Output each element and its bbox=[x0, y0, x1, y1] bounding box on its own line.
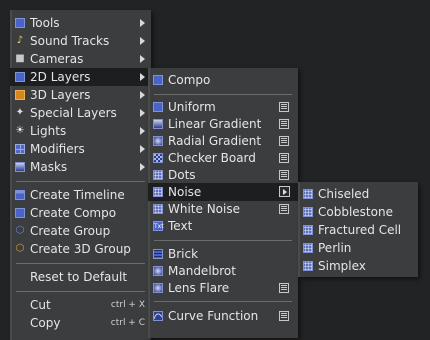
submenu-noise: Chiseled Cobblestone Fractured Cell Perl… bbox=[298, 182, 418, 277]
menu-item-brick[interactable]: Brick bbox=[148, 245, 298, 263]
shortcut-label: ctrl + X bbox=[110, 300, 145, 310]
linear-gradient-icon bbox=[153, 119, 163, 129]
sparkle-icon: ✦ bbox=[15, 107, 25, 118]
menu-item-lights[interactable]: ☀ Lights bbox=[10, 122, 151, 140]
menu-item-chiseled[interactable]: Chiseled bbox=[298, 185, 418, 203]
menu-item-curve-function[interactable]: Curve Function bbox=[148, 307, 298, 325]
menu-item-perlin[interactable]: Perlin bbox=[298, 239, 418, 257]
submenu-arrow-icon bbox=[140, 127, 145, 135]
menu-item-text[interactable]: Txt Text bbox=[148, 217, 298, 235]
simplex-icon bbox=[303, 261, 313, 271]
menu-item-masks[interactable]: Masks bbox=[10, 158, 151, 176]
separator bbox=[16, 291, 145, 292]
menu-item-cameras[interactable]: ■ Cameras bbox=[10, 50, 151, 68]
menu-item-3d-layers[interactable]: 3D Layers bbox=[10, 86, 151, 104]
options-icon[interactable] bbox=[279, 119, 289, 129]
3d-group-icon: ⬡ bbox=[15, 243, 25, 254]
submenu-arrow-icon bbox=[140, 19, 145, 27]
tools-icon bbox=[15, 18, 25, 28]
separator bbox=[154, 240, 292, 241]
group-icon: ⬡ bbox=[15, 225, 25, 236]
submenu-arrow-icon bbox=[140, 37, 145, 45]
submenu-arrow-icon bbox=[140, 73, 145, 81]
menu-item-create-3d-group[interactable]: ⬡ Create 3D Group bbox=[10, 240, 151, 258]
menu-item-create-timeline[interactable]: Create Timeline bbox=[10, 186, 151, 204]
text-icon: Txt bbox=[153, 221, 164, 231]
menu-item-tools[interactable]: Tools bbox=[10, 14, 151, 32]
menu-item-linear-gradient[interactable]: Linear Gradient bbox=[148, 115, 298, 133]
menu-item-special-layers[interactable]: ✦ Special Layers bbox=[10, 104, 151, 122]
options-icon[interactable] bbox=[279, 311, 289, 321]
context-menu-main: Tools ♪ Sound Tracks ■ Cameras 2D Layers… bbox=[10, 10, 151, 340]
curve-function-icon bbox=[153, 311, 163, 321]
timeline-icon bbox=[15, 190, 25, 200]
radial-gradient-icon bbox=[153, 136, 163, 146]
submenu-arrow-icon bbox=[140, 55, 145, 63]
menu-item-dots[interactable]: Dots bbox=[148, 166, 298, 184]
chiseled-icon bbox=[303, 189, 313, 199]
menu-item-cobblestone[interactable]: Cobblestone bbox=[298, 203, 418, 221]
menu-item-uniform[interactable]: Uniform bbox=[148, 98, 298, 116]
menu-item-modifiers[interactable]: Modifiers bbox=[10, 140, 151, 158]
menu-item-simplex[interactable]: Simplex bbox=[298, 257, 418, 275]
submenu-arrow-icon bbox=[140, 163, 145, 171]
perlin-icon bbox=[303, 243, 313, 253]
music-note-icon: ♪ bbox=[16, 35, 24, 46]
cobblestone-icon bbox=[303, 207, 313, 217]
compo-icon bbox=[15, 208, 25, 218]
menu-item-create-compo[interactable]: Create Compo bbox=[10, 204, 151, 222]
menu-item-white-noise[interactable]: White Noise bbox=[148, 200, 298, 218]
submenu-arrow-icon bbox=[140, 91, 145, 99]
options-icon[interactable] bbox=[279, 102, 289, 112]
noise-icon bbox=[153, 187, 163, 197]
menu-item-sound-tracks[interactable]: ♪ Sound Tracks bbox=[10, 32, 151, 50]
options-icon[interactable] bbox=[279, 204, 289, 214]
mask-icon bbox=[15, 162, 25, 172]
menu-item-2d-layers[interactable]: 2D Layers bbox=[10, 68, 151, 86]
2d-layer-icon bbox=[15, 72, 25, 82]
menu-item-noise[interactable]: Noise bbox=[148, 183, 298, 201]
submenu-arrow-icon bbox=[140, 145, 145, 153]
submenu-arrow-icon bbox=[279, 186, 290, 197]
sun-icon: ☀ bbox=[15, 125, 25, 136]
camera-icon: ■ bbox=[15, 53, 25, 64]
submenu-2d-layers: Compo Uniform Linear Gradient Radial Gra… bbox=[148, 68, 298, 338]
menu-item-fractured-cell[interactable]: Fractured Cell bbox=[298, 221, 418, 239]
3d-layer-icon bbox=[15, 90, 25, 100]
menu-item-mandelbrot[interactable]: Mandelbrot bbox=[148, 262, 298, 280]
brick-icon bbox=[153, 249, 163, 259]
uniform-icon bbox=[153, 102, 163, 112]
separator bbox=[154, 301, 292, 302]
options-icon[interactable] bbox=[279, 153, 289, 163]
compo-icon bbox=[153, 75, 163, 85]
menu-item-compo[interactable]: Compo bbox=[148, 71, 298, 89]
lens-flare-icon bbox=[153, 283, 163, 293]
options-icon[interactable] bbox=[279, 170, 289, 180]
menu-item-cut[interactable]: Cut ctrl + X bbox=[10, 296, 151, 314]
checker-board-icon bbox=[153, 153, 163, 163]
menu-item-lens-flare[interactable]: Lens Flare bbox=[148, 279, 298, 297]
dots-icon bbox=[153, 170, 163, 180]
menu-item-reset-default[interactable]: Reset to Default bbox=[10, 268, 151, 286]
shortcut-label: ctrl + C bbox=[110, 318, 145, 328]
modifier-icon bbox=[15, 144, 25, 154]
separator bbox=[154, 94, 292, 95]
menu-item-create-group[interactable]: ⬡ Create Group bbox=[10, 222, 151, 240]
submenu-arrow-icon bbox=[140, 109, 145, 117]
separator bbox=[16, 263, 145, 264]
white-noise-icon bbox=[153, 204, 163, 214]
menu-item-checker-board[interactable]: Checker Board bbox=[148, 149, 298, 167]
menu-item-copy[interactable]: Copy ctrl + C bbox=[10, 314, 151, 332]
mandelbrot-icon bbox=[153, 266, 163, 276]
separator bbox=[16, 181, 145, 182]
menu-item-radial-gradient[interactable]: Radial Gradient bbox=[148, 132, 298, 150]
options-icon[interactable] bbox=[279, 283, 289, 293]
options-icon[interactable] bbox=[279, 136, 289, 146]
fractured-cell-icon bbox=[303, 225, 313, 235]
